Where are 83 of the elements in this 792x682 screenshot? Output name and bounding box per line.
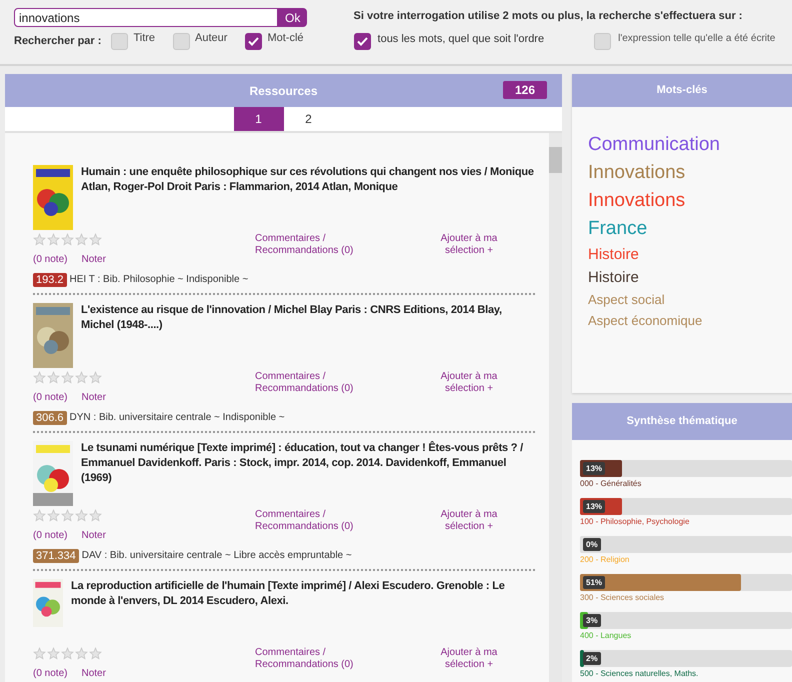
rate-link[interactable]: Noter xyxy=(81,666,106,681)
book-title[interactable]: La reproduction artificielle de l'humain [Texte imprimé] / Alexi Escudero. Grenoble : Le monde à l'envers, DL 2014 Escudero, Alexi. xyxy=(71,577,535,645)
star-icon xyxy=(89,371,102,384)
page-tab[interactable]: 2 xyxy=(284,107,334,131)
book-title[interactable]: Le tsunami numérique [Texte imprimé] : éducation, tout va changer ! Êtes-vous prêts ? / Emmanuel Davidenkoff. Paris : Stock, impr. 2014, cop. 2014. Davidenkoff, Emmanuel (1969) xyxy=(81,439,535,507)
checkbox-label: Mot-clé xyxy=(267,31,304,46)
book-title[interactable]: Humain : une enquête philosophique sur ces révolutions qui changent nos vies / Monique Atlan, Roger-Pol Droit Paris : Flammarion, 2014 Atlan, Monique xyxy=(81,163,535,231)
check-icon xyxy=(356,36,368,46)
star-icon xyxy=(75,371,88,384)
checkbox-label: Auteur xyxy=(195,31,228,46)
keyword-link[interactable]: Histoire xyxy=(588,243,639,266)
star-icon xyxy=(61,509,74,522)
star-icon xyxy=(47,371,60,384)
panel-title: Ressources xyxy=(249,82,318,100)
star-icon xyxy=(89,233,102,246)
percent-badge: 13% xyxy=(583,500,606,513)
checkbox-label: tous les mots, quel que soit l'ordre xyxy=(378,32,544,46)
location-text: DAV : Bib. universitaire centrale ~ Libre accès empruntable ~ xyxy=(82,549,352,563)
star-icon xyxy=(33,647,46,660)
star-icon xyxy=(33,509,46,522)
scrollbar[interactable] xyxy=(549,133,562,682)
theme-label[interactable]: 000 - Généralités xyxy=(580,477,792,491)
comments-link[interactable]: Commentaires / Recommandations (0) xyxy=(255,233,375,267)
star-icon xyxy=(61,233,74,246)
add-to-selection-link[interactable]: Ajouter à ma sélection + xyxy=(437,647,501,681)
theme-label[interactable]: 100 - Philosophie, Psychologie xyxy=(580,515,792,529)
star-icon xyxy=(89,509,102,522)
percent-badge: 0% xyxy=(583,538,601,551)
note-count-link[interactable]: (0 note) xyxy=(33,390,68,405)
checkbox[interactable] xyxy=(594,32,612,50)
star-icon xyxy=(61,371,74,384)
star-icon xyxy=(61,647,74,660)
book-title[interactable]: L'existence au risque de l'innovation / Michel Blay Paris : CNRS Editions, 2014 Blay, Michel (1948-....) xyxy=(81,301,535,369)
call-number-tag: 371.334 xyxy=(33,548,79,562)
star-icon xyxy=(47,233,60,246)
page-tab[interactable]: 1 xyxy=(234,107,284,131)
call-number-tag: 306.6 xyxy=(33,410,67,424)
location-text: DYN : Bib. universitaire centrale ~ Indisponible ~ xyxy=(70,411,285,425)
panel-title: Mots-clés xyxy=(656,83,708,98)
percent-badge: 51% xyxy=(583,576,606,589)
ok-button[interactable]: Ok xyxy=(278,8,308,27)
comments-link[interactable]: Commentaires / Recommandations (0) xyxy=(255,509,375,543)
checkbox[interactable] xyxy=(173,33,190,50)
star-icon xyxy=(33,371,46,384)
keyword-link[interactable]: Innovations xyxy=(588,187,686,215)
checkbox[interactable] xyxy=(354,32,371,50)
rate-link[interactable]: Noter xyxy=(81,252,106,267)
rate-link[interactable]: Noter xyxy=(81,390,106,405)
search-mode-heading: Si votre interrogation utilise 2 mots ou plus, la recherche s'effectuera sur : xyxy=(354,9,744,24)
check-icon xyxy=(248,37,260,46)
comments-link[interactable]: Commentaires / Recommandations (0) xyxy=(255,371,375,405)
note-count-link[interactable]: (0 note) xyxy=(33,252,68,267)
add-to-selection-link[interactable]: Ajouter à ma sélection + xyxy=(437,233,501,267)
star-icon xyxy=(75,647,88,660)
star-icon xyxy=(75,233,88,246)
star-icon xyxy=(33,233,46,246)
note-count-link[interactable]: (0 note) xyxy=(33,528,68,543)
checkbox[interactable] xyxy=(245,33,262,50)
comments-link[interactable]: Commentaires / Recommandations (0) xyxy=(255,647,375,681)
rate-link[interactable]: Noter xyxy=(81,528,106,543)
checkbox[interactable] xyxy=(111,33,128,50)
checkbox-label: Titre xyxy=(133,31,156,46)
checkbox-label: l'expression telle qu'elle a été écrite xyxy=(618,32,776,46)
call-number-tag: 193.2 xyxy=(33,272,67,286)
percent-badge: 13% xyxy=(583,462,606,475)
add-to-selection-link[interactable]: Ajouter à ma sélection + xyxy=(437,371,501,405)
panel-title: Synthèse thématique xyxy=(626,414,738,430)
star-icon xyxy=(47,509,60,522)
theme-label[interactable]: 500 - Sciences naturelles, Maths. xyxy=(580,667,792,681)
star-icon xyxy=(89,647,102,660)
note-count-link[interactable]: (0 note) xyxy=(33,666,68,681)
star-icon xyxy=(47,647,60,660)
count-badge: 126 xyxy=(502,81,547,99)
add-to-selection-link[interactable]: Ajouter à ma sélection + xyxy=(437,509,501,543)
search-by-label: Rechercher par : xyxy=(14,34,102,50)
percent-badge: 2% xyxy=(583,652,601,665)
keyword-link[interactable]: Histoire xyxy=(588,266,639,289)
keyword-link[interactable]: Communication xyxy=(588,131,720,159)
search-field[interactable]: innovations xyxy=(14,8,278,27)
location-text: HEI T : Bib. Philosophie ~ Indisponible ~ xyxy=(70,273,248,287)
star-icon xyxy=(75,509,88,522)
percent-badge: 3% xyxy=(583,614,601,627)
theme-label[interactable]: 300 - Sciences sociales xyxy=(580,591,792,605)
